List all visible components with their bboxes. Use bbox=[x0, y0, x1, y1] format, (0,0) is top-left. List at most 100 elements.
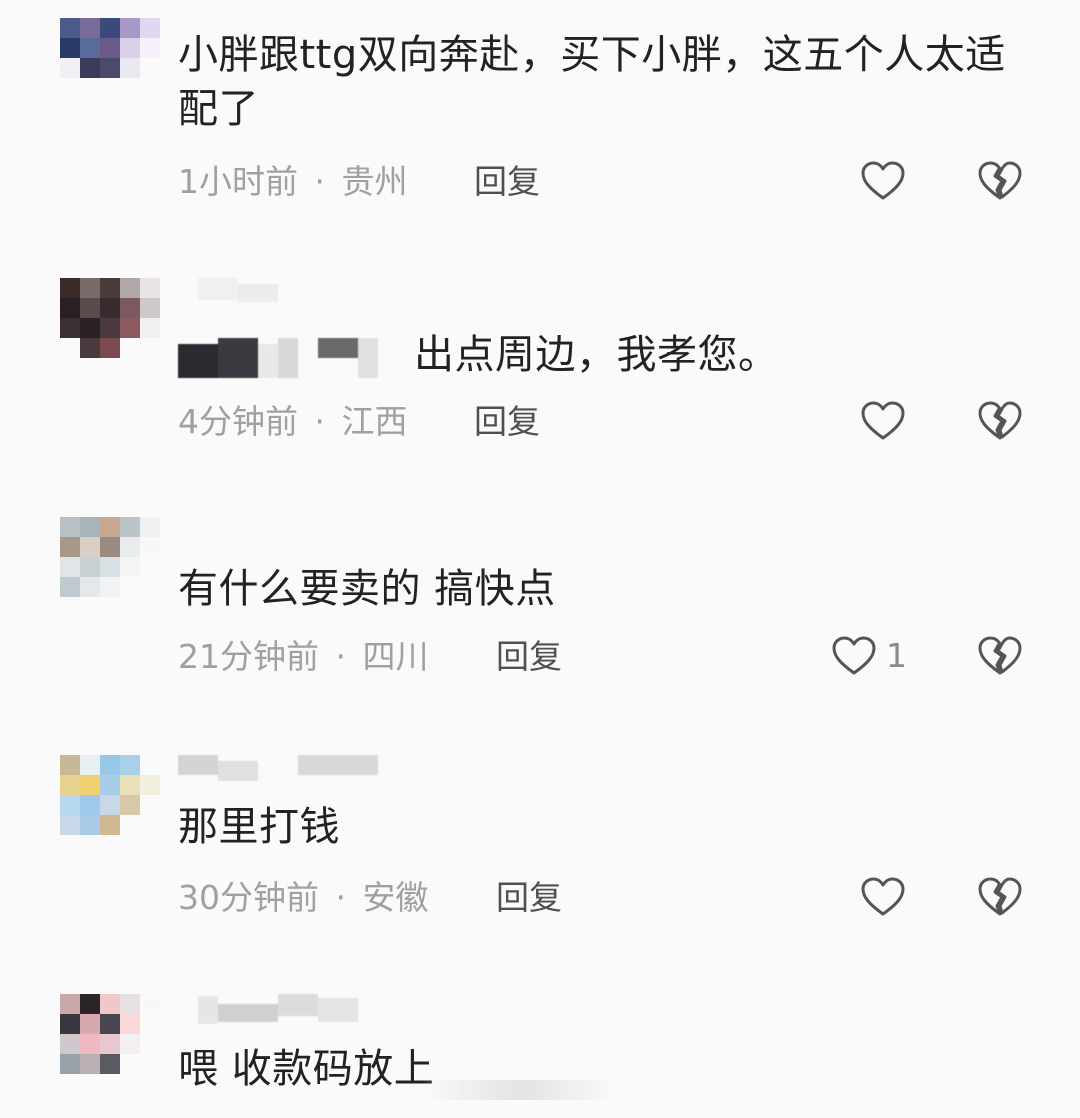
avatar-pixel bbox=[120, 994, 140, 1014]
avatar-pixel bbox=[100, 755, 120, 775]
like-button[interactable] bbox=[859, 157, 907, 205]
avatar-pixel bbox=[120, 815, 140, 835]
avatar-pixel bbox=[140, 318, 160, 338]
comment-item: 有什么要卖的 搞快点 21分钟前 · 四川 回复 1 bbox=[0, 500, 1080, 700]
meta-separator: · bbox=[314, 162, 326, 201]
avatar-pixel bbox=[140, 338, 160, 358]
avatar-pixel bbox=[60, 994, 80, 1014]
avatar-pixel bbox=[60, 815, 80, 835]
avatar-pixel bbox=[120, 338, 140, 358]
comment-item: 那里打钱 30分钟前 · 安徽 回复 bbox=[0, 740, 1080, 940]
avatar[interactable] bbox=[60, 994, 160, 1074]
avatar-pixel bbox=[80, 338, 100, 358]
avatar-pixel bbox=[80, 278, 100, 298]
comment-item: 小胖跟ttg双向奔赴，买下小胖，这五个人太适配了 1小时前 · 贵州 回复 bbox=[0, 0, 1080, 230]
avatar-pixel bbox=[80, 815, 100, 835]
avatar-pixel bbox=[100, 517, 120, 537]
avatar-pixel bbox=[140, 577, 160, 597]
heart-outline-icon bbox=[859, 397, 907, 445]
avatar-pixel bbox=[80, 18, 100, 38]
dislike-button[interactable] bbox=[976, 632, 1024, 680]
avatar-pixel bbox=[140, 795, 160, 815]
avatar-pixel bbox=[60, 577, 80, 597]
avatar-pixel bbox=[60, 755, 80, 775]
avatar-pixel bbox=[140, 755, 160, 775]
avatar-pixel bbox=[140, 557, 160, 577]
broken-heart-icon bbox=[976, 632, 1024, 680]
avatar-pixel bbox=[100, 1014, 120, 1034]
avatar-pixel bbox=[140, 815, 160, 835]
avatar-pixel bbox=[100, 38, 120, 58]
reply-button[interactable]: 回复 bbox=[474, 402, 540, 442]
avatar-pixel bbox=[60, 338, 80, 358]
avatar-pixel bbox=[60, 775, 80, 795]
avatar-pixel bbox=[80, 557, 100, 577]
dislike-button[interactable] bbox=[976, 397, 1024, 445]
meta-separator: · bbox=[335, 637, 347, 676]
avatar-pixel bbox=[120, 1054, 140, 1074]
comment-meta: 21分钟前 · 四川 bbox=[178, 637, 429, 677]
avatar-pixel bbox=[120, 18, 140, 38]
avatar-pixel bbox=[140, 38, 160, 58]
avatar[interactable] bbox=[60, 755, 160, 835]
avatar-pixel bbox=[80, 38, 100, 58]
broken-heart-icon bbox=[976, 397, 1024, 445]
meta-separator: · bbox=[314, 402, 326, 441]
comment-location: 四川 bbox=[362, 637, 429, 676]
reply-button[interactable]: 回复 bbox=[496, 637, 562, 677]
comment-time: 1小时前 bbox=[178, 162, 298, 201]
avatar-pixel bbox=[60, 795, 80, 815]
avatar-pixel bbox=[120, 557, 140, 577]
avatar-pixel bbox=[80, 78, 100, 98]
comment-text: 那里打钱 bbox=[178, 804, 340, 850]
avatar-pixel bbox=[120, 78, 140, 98]
avatar-pixel bbox=[120, 775, 140, 795]
like-button[interactable] bbox=[830, 632, 878, 680]
broken-heart-icon bbox=[976, 873, 1024, 921]
avatar-pixel bbox=[60, 278, 80, 298]
comment-location: 江西 bbox=[341, 402, 408, 441]
like-button[interactable] bbox=[859, 873, 907, 921]
dislike-button[interactable] bbox=[976, 157, 1024, 205]
broken-heart-icon bbox=[976, 157, 1024, 205]
avatar-pixel bbox=[80, 537, 100, 557]
avatar-pixel bbox=[120, 577, 140, 597]
avatar-pixel bbox=[100, 557, 120, 577]
avatar-pixel bbox=[60, 318, 80, 338]
username[interactable] bbox=[178, 994, 378, 1024]
avatar-pixel bbox=[140, 1054, 160, 1074]
avatar-pixel bbox=[100, 815, 120, 835]
avatar-pixel bbox=[140, 18, 160, 38]
avatar-pixel bbox=[80, 1014, 100, 1034]
heart-outline-icon bbox=[859, 873, 907, 921]
avatar-pixel bbox=[60, 1014, 80, 1034]
comment-text: 出点周边，我孝您。 bbox=[414, 332, 779, 378]
comment-meta: 1小时前 · 贵州 bbox=[178, 162, 408, 202]
avatar[interactable] bbox=[60, 18, 160, 98]
avatar-pixel bbox=[80, 795, 100, 815]
avatar-pixel bbox=[100, 994, 120, 1014]
like-button[interactable] bbox=[859, 397, 907, 445]
avatar-pixel bbox=[120, 517, 140, 537]
avatar-pixel bbox=[140, 1014, 160, 1034]
avatar-pixel bbox=[100, 278, 120, 298]
dislike-button[interactable] bbox=[976, 873, 1024, 921]
avatar-pixel bbox=[60, 58, 80, 78]
avatar-pixel bbox=[60, 1054, 80, 1074]
comment-time: 21分钟前 bbox=[178, 637, 319, 676]
reply-button[interactable]: 回复 bbox=[496, 878, 562, 918]
reply-button[interactable]: 回复 bbox=[474, 162, 540, 202]
username[interactable] bbox=[178, 755, 378, 783]
avatar-pixel bbox=[140, 994, 160, 1014]
avatar-pixel bbox=[60, 38, 80, 58]
avatar-pixel bbox=[100, 775, 120, 795]
avatar-pixel bbox=[100, 18, 120, 38]
username[interactable] bbox=[178, 278, 288, 306]
avatar-pixel bbox=[60, 18, 80, 38]
avatar[interactable] bbox=[60, 278, 160, 358]
avatar-pixel bbox=[140, 278, 160, 298]
avatar-pixel bbox=[60, 537, 80, 557]
avatar-pixel bbox=[140, 775, 160, 795]
avatar-pixel bbox=[120, 38, 140, 58]
avatar[interactable] bbox=[60, 517, 160, 597]
